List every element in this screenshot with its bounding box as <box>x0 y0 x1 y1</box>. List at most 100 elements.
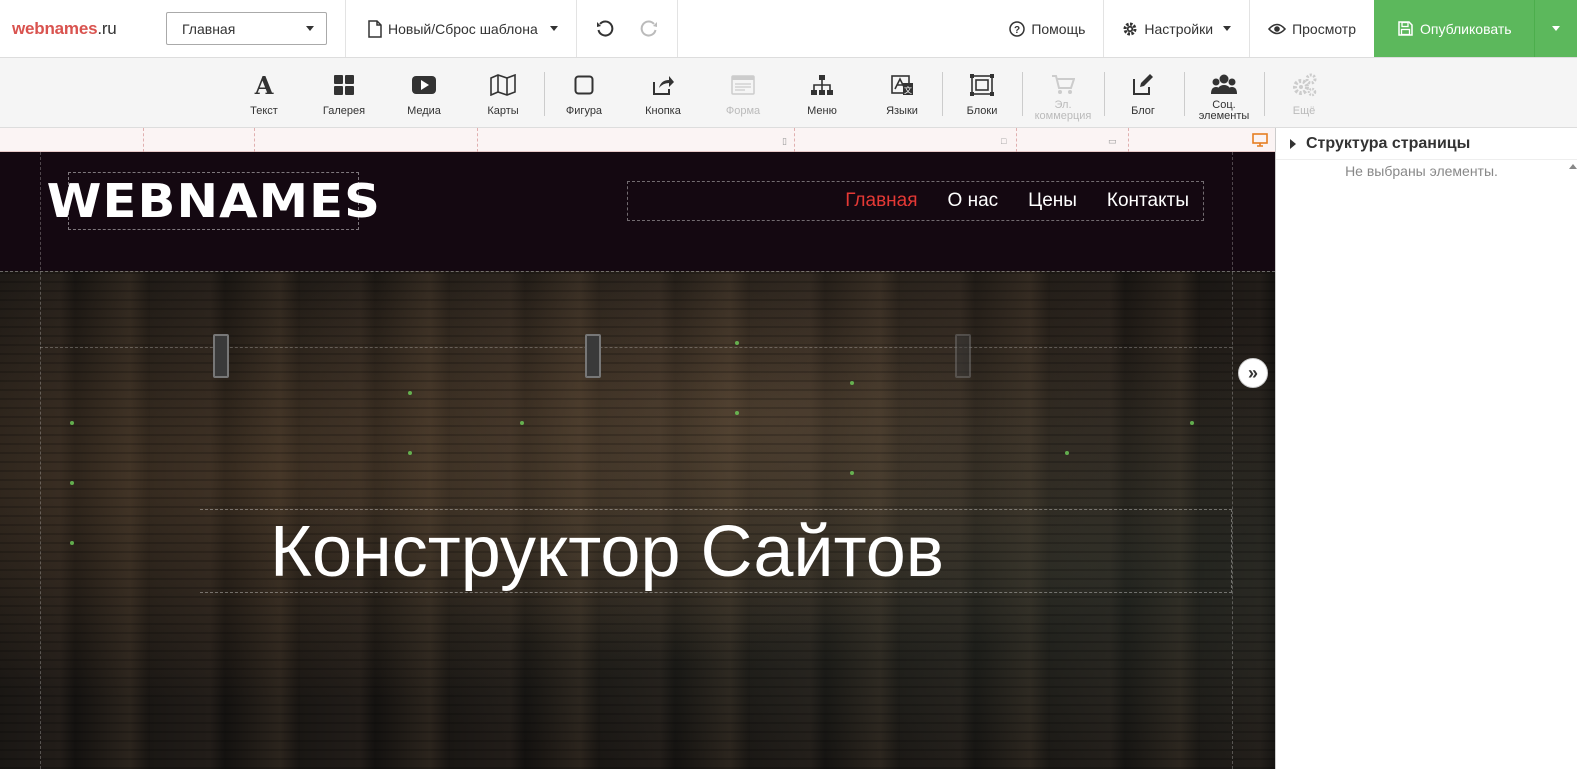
gear-icon <box>1123 22 1137 35</box>
brand-name: webnames <box>12 18 98 38</box>
preview-label: Просмотр <box>1292 20 1356 37</box>
widget-social[interactable]: Соц. элементы <box>1189 58 1259 128</box>
widget-ecommerce[interactable]: Эл. коммерция <box>1028 58 1098 128</box>
breakpoint-ruler: ▯ □ ▭ <box>0 128 1275 152</box>
help-button[interactable]: ? Помощь <box>991 0 1105 57</box>
widget-gallery[interactable]: Галерея <box>309 58 379 128</box>
widget-menu-label: Меню <box>807 105 837 117</box>
caret-right-icon <box>1290 138 1296 149</box>
double-chevron-right-icon[interactable]: » <box>1238 358 1268 388</box>
ruler-tick <box>1128 128 1129 152</box>
widget-ecommerce-label: Эл. коммерция <box>1035 100 1092 122</box>
help-label: Помощь <box>1031 20 1086 37</box>
redo-icon[interactable] <box>640 20 658 38</box>
widget-ecommerce-line2: коммерция <box>1034 110 1092 122</box>
form-icon <box>731 75 755 95</box>
site-logo-text: WEBNAMES <box>46 174 381 228</box>
server-led <box>735 411 739 415</box>
widget-form[interactable]: Форма <box>708 58 778 128</box>
undo-icon[interactable] <box>596 20 614 38</box>
site-nav-item[interactable]: Контакты <box>1107 190 1189 212</box>
site-nav[interactable]: Главная О нас Цены Контакты <box>627 181 1204 221</box>
laptop-icon[interactable]: ▭ <box>1108 136 1117 147</box>
page-select-wrap: Главная <box>148 0 346 57</box>
toolbar-divider <box>544 72 545 116</box>
widget-media-label: Медиа <box>407 105 441 117</box>
widget-text[interactable]: A Текст <box>229 58 299 128</box>
server-led <box>70 421 74 425</box>
widget-maps-label: Карты <box>487 105 519 117</box>
edit-icon <box>1133 74 1153 95</box>
server-led <box>1190 421 1194 425</box>
server-led <box>735 341 739 345</box>
server-led <box>408 451 412 455</box>
save-icon <box>1398 21 1413 36</box>
text-icon: A <box>254 70 274 100</box>
hero-section[interactable]: Конструктор Сайтов <box>0 271 1275 769</box>
top-bar: webnames .ru Главная Новый/Сброс шаблона … <box>0 0 1577 58</box>
scroll-up-icon[interactable] <box>1569 164 1577 169</box>
brand-tld: .ru <box>97 18 117 38</box>
file-icon <box>368 19 382 38</box>
svg-text:文: 文 <box>904 85 912 95</box>
toolbar-divider <box>1264 72 1265 116</box>
widget-button[interactable]: Кнопка <box>628 58 698 128</box>
publish-options-button[interactable] <box>1534 0 1577 57</box>
template-button[interactable]: Новый/Сброс шаблона <box>346 0 577 57</box>
server-handle-image <box>585 334 601 378</box>
widget-blocks[interactable]: Блоки <box>947 58 1017 128</box>
widget-more[interactable]: Ещё <box>1269 58 1339 128</box>
server-handle-image <box>955 334 971 378</box>
language-icon: 文 <box>891 75 913 95</box>
settings-label: Настройки <box>1144 20 1214 37</box>
widget-toolbar: A Текст Галерея Медиа Карты Фигура Кнопк… <box>0 58 1577 128</box>
ruler-tick <box>143 128 144 152</box>
tablet-icon[interactable]: □ <box>1001 136 1006 146</box>
widget-form-label: Форма <box>725 105 761 117</box>
toolbar-divider <box>1184 72 1185 116</box>
site-nav-item[interactable]: Цены <box>1028 190 1077 212</box>
structure-empty-message: Не выбраны элементы. <box>1345 163 1498 179</box>
server-led <box>1065 451 1069 455</box>
chevron-down-icon <box>306 26 314 31</box>
page-select-value: Главная <box>182 20 236 37</box>
structure-panel: Структура страницы Не выбраны элементы. <box>1275 128 1577 769</box>
chevron-down-icon <box>549 26 558 31</box>
brand-logo[interactable]: webnames .ru <box>0 0 148 57</box>
site-nav-item[interactable]: О нас <box>948 190 999 212</box>
hero-title-block[interactable]: Конструктор Сайтов <box>200 509 1232 593</box>
share-icon <box>653 76 674 95</box>
widget-text-label: Текст <box>250 105 278 117</box>
widget-shape-label: Фигура <box>565 105 603 117</box>
guide-line <box>40 152 41 769</box>
settings-button[interactable]: Настройки <box>1104 0 1251 57</box>
widget-menu[interactable]: Меню <box>787 58 857 128</box>
toolbar-divider <box>942 72 943 116</box>
widget-shape[interactable]: Фигура <box>549 58 619 128</box>
panel-scrollbar[interactable] <box>1569 162 1577 769</box>
site-logo[interactable]: WEBNAMES <box>46 172 380 230</box>
widget-maps[interactable]: Карты <box>468 58 538 128</box>
question-circle-icon: ? <box>1009 20 1026 37</box>
sitemap-icon <box>811 75 833 95</box>
preview-button[interactable]: Просмотр <box>1250 0 1374 57</box>
chevron-down-icon <box>1223 26 1232 31</box>
widget-media[interactable]: Медиа <box>389 58 459 128</box>
server-led <box>70 541 74 545</box>
widget-blog[interactable]: Блог <box>1108 58 1178 128</box>
widget-blocks-label: Блоки <box>966 105 998 117</box>
publish-button[interactable]: Опубликовать <box>1374 0 1534 57</box>
undo-redo-group <box>577 0 678 57</box>
site-nav-item[interactable]: Главная <box>845 190 917 212</box>
phone-icon[interactable]: ▯ <box>782 136 787 147</box>
widget-gallery-label: Галерея <box>322 105 366 117</box>
page-select[interactable]: Главная <box>166 12 327 45</box>
widget-languages-label: Языки <box>886 105 918 117</box>
guide-line <box>1232 152 1233 769</box>
structure-panel-header[interactable]: Структура страницы <box>1276 128 1577 160</box>
widget-languages[interactable]: 文 Языки <box>867 58 937 128</box>
widget-blog-label: Блог <box>1131 105 1155 117</box>
site-header[interactable]: WEBNAMES Главная О нас Цены Контакты <box>0 152 1275 271</box>
desktop-icon[interactable] <box>1252 133 1268 147</box>
